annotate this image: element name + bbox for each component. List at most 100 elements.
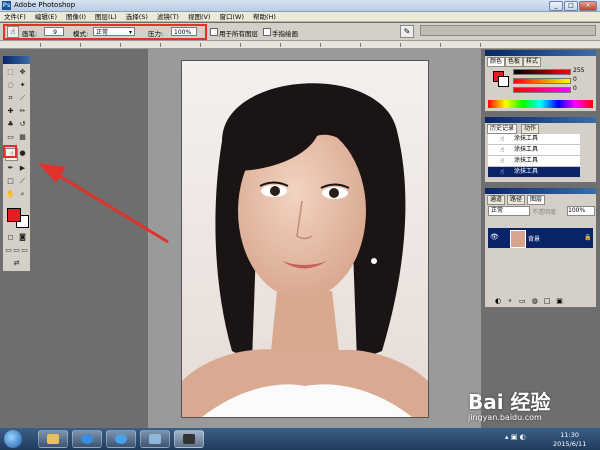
blend-mode-select[interactable]: 正常 [488,206,530,216]
close-button[interactable]: × [579,1,597,11]
palette-well [420,25,596,36]
color-spectrum-bar[interactable] [488,100,593,108]
taskbar-media[interactable] [72,430,102,448]
ruler [0,41,600,49]
tab-history[interactable]: 历史记录 [487,124,518,134]
finger-painting-checkbox[interactable] [263,28,271,36]
marquee-tool-icon[interactable]: ⬚ [5,67,16,78]
crop-tool-icon[interactable]: ⌗ [5,93,16,104]
taskbar-app[interactable] [140,430,170,448]
quick-mask-off-icon[interactable]: ◻ [5,232,16,243]
history-panel-titlebar[interactable] [485,117,596,123]
screen-mode-full-icon[interactable]: ▭ [21,245,28,256]
layer-buttons[interactable]: ◐⚬▭◍□▣ [495,297,569,305]
layer-thumbnail [510,230,526,248]
bg-color-chip[interactable] [498,76,509,87]
smudge-tool-highlight-box [3,145,17,158]
slice-tool-icon[interactable]: ⟋ [17,93,28,104]
tab-color[interactable]: 颜色 [487,57,506,67]
shape-tool-icon[interactable]: □ [5,176,16,187]
portrait-photo [182,61,428,417]
title-bar [0,0,600,12]
tab-swatches[interactable]: 色板 [505,57,524,67]
sample-all-layers-label: 用于所有图层 [219,30,258,38]
toolbox-titlebar[interactable] [3,56,30,64]
jump-to-imageready-icon[interactable]: ⇄ [11,258,22,269]
gradient-tool-icon[interactable]: ▦ [17,132,28,143]
opacity-field[interactable]: 100% [567,206,595,216]
menu-bar: 文件(F) 编辑(E) 图像(I) 图层(L) 选择(S) 滤镜(T) 视图(V… [0,12,600,22]
brush-palette-icon[interactable]: ✎ [400,25,414,38]
tab-paths[interactable]: 路径 [507,195,526,205]
dodge-tool-icon[interactable]: ● [17,148,28,159]
menu-select[interactable]: 选择(S) [126,12,148,21]
minimize-button[interactable]: _ [549,1,563,11]
lock-icon: 🔒 [584,234,592,241]
green-slider[interactable] [513,78,571,84]
brush-tool-icon[interactable]: ✏ [17,106,28,117]
foreground-color-swatch[interactable] [7,208,21,222]
menu-help[interactable]: 帮助(H) [253,12,276,21]
image-canvas[interactable] [181,60,429,418]
options-highlight-box [3,24,207,40]
window-icon [149,434,161,444]
finger-painting-label: 手指绘画 [272,30,298,38]
tray-icons[interactable]: ▴ ▣ ◐ [505,433,526,441]
sample-all-layers-checkbox[interactable] [210,28,218,36]
quick-mask-on-icon[interactable]: ◙ [17,232,28,243]
start-button[interactable] [4,430,22,448]
lasso-tool-icon[interactable]: ◌ [5,80,16,91]
menu-file[interactable]: 文件(F) [4,12,26,21]
red-value[interactable]: 255 [573,67,584,74]
pen-tool-icon[interactable]: ✒ [5,163,16,174]
tab-actions[interactable]: 动作 [521,124,540,134]
taskbar-ie[interactable] [106,430,136,448]
media-icon [81,434,93,444]
smudge-history-icon: ☝ [500,146,505,154]
watermark-url: jingyan.baidu.com [468,413,542,422]
layers-panel: 通道 路径 图层 正常 不透明度: 100% 👁 背景 🔒 ◐⚬▭◍□▣ [484,187,597,308]
tab-layers[interactable]: 图层 [527,195,546,205]
blue-slider[interactable] [513,87,571,93]
menu-filter[interactable]: 滤镜(T) [157,12,179,21]
screen-mode-standard-icon[interactable]: ▭ [5,245,12,256]
smudge-history-icon: ☝ [500,168,505,176]
path-selection-tool-icon[interactable]: ▶ [17,163,28,174]
taskbar-photoshop[interactable] [174,430,204,448]
menu-edit[interactable]: 编辑(E) [35,12,57,21]
maximize-button[interactable]: □ [564,1,578,11]
menu-window[interactable]: 窗口(W) [219,12,244,21]
magic-wand-tool-icon[interactable]: ✦ [17,80,28,91]
blue-value[interactable]: 0 [573,85,577,92]
layer-row-background[interactable]: 👁 背景 🔒 [488,228,593,248]
clock-time: 11:30 [560,431,580,439]
color-panel-titlebar[interactable] [485,50,596,56]
menu-image[interactable]: 图像(I) [66,12,86,21]
smudge-history-icon: ☝ [500,135,505,143]
hand-tool-icon[interactable]: ✋ [5,189,16,200]
healing-brush-tool-icon[interactable]: ✚ [5,106,16,117]
photoshop-icon [183,434,195,444]
layer-name: 背景 [528,236,541,243]
red-slider[interactable] [513,69,571,75]
eraser-tool-icon[interactable]: ▭ [5,132,16,143]
taskbar-explorer[interactable] [38,430,68,448]
move-tool-icon[interactable]: ✥ [17,67,28,78]
eyedropper-tool-icon[interactable]: ⟋ [17,176,28,187]
menu-layer[interactable]: 图层(L) [95,12,117,21]
screen-mode-full-menu-icon[interactable]: ▭ [13,245,20,256]
layers-panel-titlebar[interactable] [485,188,596,194]
menu-view[interactable]: 视图(V) [188,12,211,21]
opacity-label: 不透明度: [532,209,559,216]
zoom-tool-icon[interactable]: ⌕ [17,189,28,200]
clock[interactable]: 11:30 2015/6/11 [553,431,586,449]
folder-icon [47,434,59,444]
history-brush-tool-icon[interactable]: ↺ [17,119,28,130]
eye-icon[interactable]: 👁 [490,233,499,241]
green-value[interactable]: 0 [573,76,577,83]
tab-styles[interactable]: 样式 [523,57,542,67]
history-panel: 历史记录 动作 涂抹工具 涂抹工具 涂抹工具 涂抹工具 ☝ ☝ ☝ ☝ [484,116,597,183]
clock-date: 2015/6/11 [553,440,587,448]
clone-stamp-tool-icon[interactable]: ♣ [5,119,16,130]
tab-channels[interactable]: 通道 [487,195,506,205]
